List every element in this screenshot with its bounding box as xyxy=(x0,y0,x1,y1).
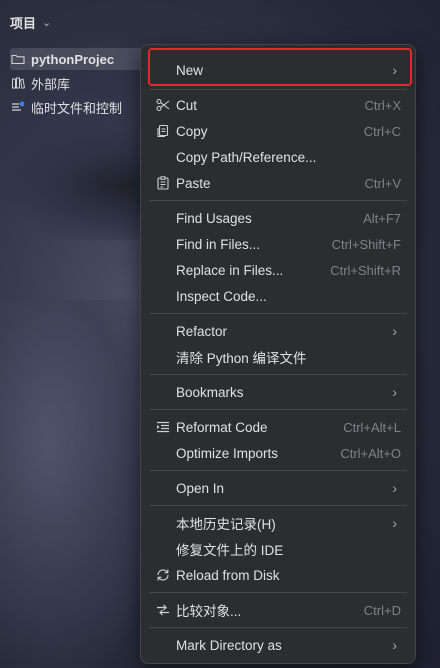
tree-item-label: 临时文件和控制 xyxy=(31,100,123,116)
menu-item-find-in-files[interactable]: Find in Files... Ctrl+Shift+F xyxy=(149,231,407,257)
chevron-right-icon: › xyxy=(392,384,397,400)
chevron-down-icon: ⌄ xyxy=(42,16,52,29)
tree-item-external-libraries[interactable]: 外部库 xyxy=(10,72,160,94)
compare-icon xyxy=(155,602,171,618)
menu-separator xyxy=(149,200,407,201)
menu-item-refactor[interactable]: Refactor › xyxy=(149,318,407,344)
tree-item-scratches[interactable]: 临时文件和控制 xyxy=(10,96,160,118)
menu-item-copy[interactable]: Copy Ctrl+C xyxy=(149,118,407,144)
menu-separator xyxy=(149,409,407,410)
menu-separator xyxy=(149,313,407,314)
background-face-shade xyxy=(0,300,160,668)
menu-separator xyxy=(149,592,407,593)
menu-item-bookmarks[interactable]: Bookmarks › xyxy=(149,379,407,405)
menu-item-paste[interactable]: Paste Ctrl+V xyxy=(149,170,407,196)
menu-item-replace-in-files[interactable]: Replace in Files... Ctrl+Shift+R xyxy=(149,257,407,283)
library-icon xyxy=(10,75,26,91)
menu-item-find-usages[interactable]: Find Usages Alt+F7 xyxy=(149,205,407,231)
folder-icon xyxy=(10,51,26,67)
menu-item-copy-path[interactable]: Copy Path/Reference... xyxy=(149,144,407,170)
reload-icon xyxy=(155,567,171,583)
scissors-icon xyxy=(155,97,171,113)
context-menu: New › Cut Ctrl+X Copy Ctrl+C Copy Path/R… xyxy=(140,44,416,664)
menu-item-local-history[interactable]: 本地历史记录(H) › xyxy=(149,510,407,536)
menu-separator xyxy=(149,505,407,506)
copy-icon xyxy=(155,123,171,139)
tree-item-label: pythonProjec xyxy=(31,51,115,67)
menu-item-mark-directory-as[interactable]: Mark Directory as › xyxy=(149,632,407,658)
tree-item-project-root[interactable]: pythonProjec xyxy=(10,48,160,70)
menu-item-open-in[interactable]: Open In › xyxy=(149,475,407,501)
chevron-right-icon: › xyxy=(392,480,397,496)
menu-item-repair-ide[interactable]: 修复文件上的 IDE xyxy=(149,536,407,562)
menu-separator xyxy=(149,627,407,628)
chevron-right-icon: › xyxy=(392,637,397,653)
chevron-right-icon: › xyxy=(392,323,397,339)
menu-separator xyxy=(149,374,407,375)
tree-item-label: 外部库 xyxy=(31,76,71,92)
paste-icon xyxy=(155,175,171,191)
scratches-icon xyxy=(10,99,26,115)
highlight-annotation-box xyxy=(148,48,412,86)
project-panel-header[interactable]: 项目 ⌄ xyxy=(10,12,51,32)
menu-item-inspect-code[interactable]: Inspect Code... xyxy=(149,283,407,309)
menu-separator xyxy=(149,470,407,471)
reformat-icon xyxy=(155,419,171,435)
menu-item-compare-with[interactable]: 比较对象... Ctrl+D xyxy=(149,597,407,623)
project-panel-title: 项目 xyxy=(10,15,37,31)
menu-item-reformat-code[interactable]: Reformat Code Ctrl+Alt+L xyxy=(149,414,407,440)
menu-separator xyxy=(149,89,407,90)
menu-item-reload-from-disk[interactable]: Reload from Disk xyxy=(149,562,407,588)
chevron-right-icon: › xyxy=(392,515,397,531)
menu-item-cut[interactable]: Cut Ctrl+X xyxy=(149,92,407,118)
menu-item-optimize-imports[interactable]: Optimize Imports Ctrl+Alt+O xyxy=(149,440,407,466)
menu-item-clean-python[interactable]: 清除 Python 编译文件 xyxy=(149,344,407,370)
